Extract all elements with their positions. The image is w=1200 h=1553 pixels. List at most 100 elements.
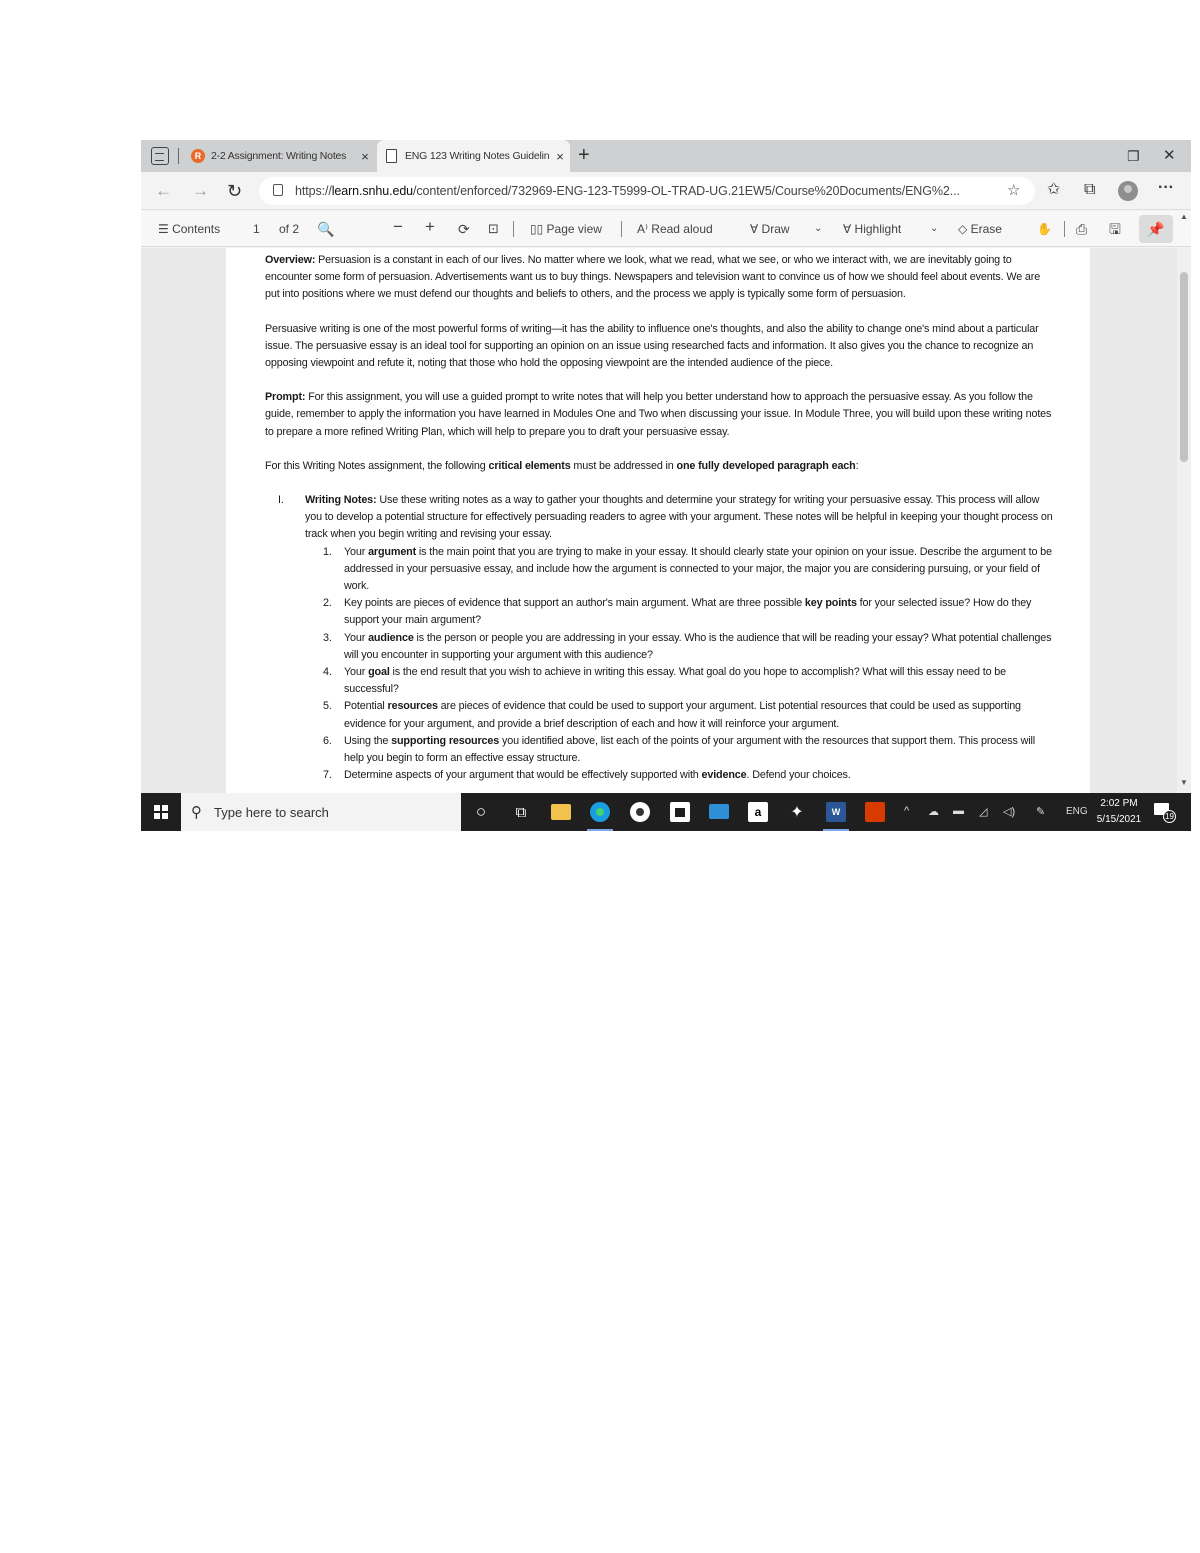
search-icon[interactable]: 🔍	[317, 221, 334, 237]
microsoft-store-icon[interactable]	[670, 802, 690, 822]
add-favorite-icon[interactable]: ☆	[1007, 181, 1020, 199]
battery-icon[interactable]: ▬	[953, 805, 964, 817]
network-icon[interactable]: ◿	[979, 805, 987, 818]
scroll-down-icon[interactable]: ▼	[1180, 778, 1188, 787]
mail-icon[interactable]	[709, 804, 729, 819]
close-window-icon[interactable]: ✕	[1163, 146, 1176, 164]
rotate-icon[interactable]: ⟳	[458, 221, 470, 237]
page-view-button[interactable]: ▯▯ Page view	[530, 221, 602, 237]
clock[interactable]: 2:02 PM 5/15/2021	[1093, 796, 1145, 828]
zoom-in-button[interactable]: +	[425, 218, 435, 235]
list-text: Using the supporting resources you ident…	[344, 733, 1055, 767]
erase-button[interactable]: ◇ Erase	[958, 221, 1002, 237]
list-number: 7.	[323, 769, 332, 782]
more-options-icon[interactable]: ···	[1158, 178, 1174, 198]
close-tab-icon[interactable]: ×	[355, 149, 375, 164]
show-hidden-icons-icon[interactable]: ^	[904, 805, 909, 817]
address-bar-row: ← → ↻ https://learn.snhu.edu/content/enf…	[141, 172, 1191, 210]
fit-page-icon[interactable]: ⊡	[488, 221, 499, 237]
restore-window-icon[interactable]: ❐	[1127, 148, 1140, 165]
tab-assignment[interactable]: R 2-2 Assignment: Writing Notes ×	[183, 140, 375, 172]
forward-arrow-icon[interactable]: →	[192, 181, 209, 201]
pdf-viewer[interactable]: Overview: Persuasion is a constant in ea…	[141, 248, 1177, 793]
text-run: is the end result that you wish to achie…	[344, 666, 1006, 696]
read-aloud-button[interactable]: A⁾ Read aloud	[637, 221, 713, 237]
pin-toolbar-icon[interactable]: 📌	[1139, 215, 1173, 243]
save-icon[interactable]: 🖫	[1109, 221, 1121, 237]
active-app-indicator	[587, 829, 613, 831]
prompt-paragraph: Prompt: For this assignment, you will us…	[265, 389, 1055, 441]
chrome-icon[interactable]	[630, 802, 650, 822]
close-tab-icon[interactable]: ×	[550, 149, 570, 164]
intro-text: :	[855, 459, 859, 472]
highlight-button[interactable]: ∀ Highlight	[843, 221, 901, 237]
tab-guidelines-active[interactable]: ENG 123 Writing Notes Guidelin ×	[377, 140, 570, 172]
open-app-indicator	[823, 829, 849, 831]
favorites-icon[interactable]: ✩	[1047, 180, 1060, 200]
item-intro: Writing Notes: Use these writing notes a…	[305, 492, 1055, 544]
file-explorer-icon[interactable]	[551, 804, 571, 820]
cortana-icon[interactable]: ○	[471, 802, 491, 822]
task-view-icon[interactable]: ⧉	[511, 802, 531, 822]
print-icon[interactable]: ⎙	[1076, 221, 1087, 237]
text-run: is the main point that you are trying to…	[344, 545, 1052, 593]
page-number-input[interactable]: 1	[253, 221, 260, 237]
collections-icon[interactable]: ⧉	[1084, 180, 1095, 200]
document-icon	[386, 149, 397, 163]
office-icon[interactable]	[865, 802, 885, 822]
text-bold: supporting resources	[391, 734, 500, 747]
list-number: 3.	[323, 631, 332, 644]
url-field[interactable]: https://learn.snhu.edu/content/enforced/…	[259, 177, 1035, 205]
persuasive-paragraph: Persuasive writing is one of the most po…	[265, 322, 1039, 370]
search-icon: ⚲	[191, 804, 202, 821]
chevron-down-icon[interactable]: ⌄	[930, 221, 938, 237]
reload-icon[interactable]: ↻	[227, 181, 242, 201]
scrollbar-thumb[interactable]	[1180, 272, 1188, 462]
windows-start-icon[interactable]	[154, 805, 168, 819]
lock-icon[interactable]	[273, 184, 283, 196]
url-path: /content/enforced/732969-ENG-123-T5999-O…	[413, 184, 960, 198]
profile-avatar[interactable]	[1118, 181, 1138, 201]
text-bold: argument	[368, 545, 417, 558]
draw-button[interactable]: ∀ Draw	[750, 221, 790, 237]
onedrive-icon[interactable]: ☁	[928, 805, 939, 818]
scroll-up-icon[interactable]: ▲	[1180, 212, 1188, 221]
text-run: Potential	[344, 700, 388, 713]
text-run: Key points are pieces of evidence that s…	[344, 597, 805, 610]
chevron-down-icon[interactable]: ⌄	[814, 221, 822, 237]
document-text: Overview: Persuasion is a constant in ea…	[265, 252, 1055, 784]
list-number: 6.	[323, 734, 332, 747]
zoom-out-button[interactable]: −	[393, 218, 403, 235]
list-number: 2.	[323, 597, 332, 610]
new-tab-button[interactable]: +	[578, 144, 590, 166]
list-item: 5. Potential resources are pieces of evid…	[305, 698, 1055, 732]
edge-icon[interactable]	[590, 802, 610, 822]
text-bold: resources	[387, 700, 438, 713]
amazon-icon[interactable]: a	[748, 802, 768, 822]
notification-center-icon[interactable]: 19	[1154, 801, 1176, 823]
pen-workspace-icon[interactable]: ✎	[1036, 805, 1045, 818]
contents-button[interactable]: ☰ Contents	[158, 221, 220, 237]
intro-bold: one fully developed paragraph each	[676, 459, 856, 472]
list-text: Your goal is the end result that you wis…	[344, 664, 1055, 698]
list-item: 7. Determine aspects of your argument tha…	[305, 767, 1055, 784]
url-text[interactable]: https://learn.snhu.edu/content/enforced/…	[295, 184, 960, 198]
taskbar-search-box[interactable]: ⚲ Type here to search	[181, 793, 461, 831]
tab-actions-icon[interactable]	[151, 147, 169, 165]
tab-divider	[178, 148, 179, 164]
back-arrow-icon[interactable]: ←	[155, 181, 172, 201]
item-label: Writing Notes:	[305, 494, 377, 507]
word-icon[interactable]: W	[826, 802, 846, 822]
vertical-scrollbar[interactable]: ▲ ▼	[1177, 212, 1191, 793]
snhu-favicon-icon: R	[191, 149, 205, 163]
touch-writing-icon[interactable]: ✋	[1037, 221, 1052, 237]
sub-item-list: 1. Your argument is the main point that y…	[305, 544, 1055, 785]
volume-icon[interactable]: ◁)	[1003, 805, 1015, 818]
tab-title: ENG 123 Writing Notes Guidelin	[405, 150, 550, 162]
toolbar-divider	[513, 221, 514, 237]
dropbox-icon[interactable]: ✦	[787, 802, 807, 822]
language-indicator[interactable]: ENG	[1066, 806, 1088, 817]
list-text: Potential resources are pieces of eviden…	[344, 698, 1055, 732]
text-run: Determine aspects of your argument that …	[344, 769, 702, 782]
pdf-page: Overview: Persuasion is a constant in ea…	[226, 248, 1090, 793]
